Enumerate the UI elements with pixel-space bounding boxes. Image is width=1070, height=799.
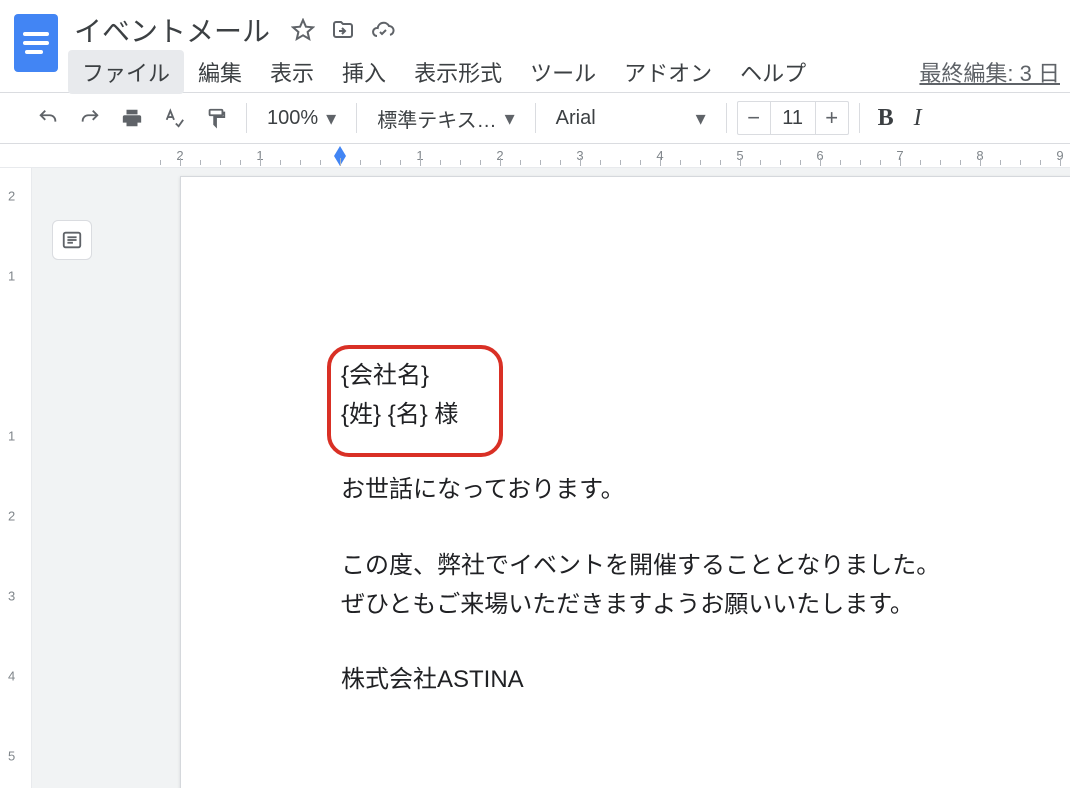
toolbar-divider <box>535 103 536 133</box>
menu-help[interactable]: ヘルプ <box>726 50 820 94</box>
menu-file[interactable]: ファイル <box>68 50 184 94</box>
chevron-down-icon: ▾ <box>696 106 706 131</box>
menu-insert[interactable]: 挿入 <box>328 50 400 94</box>
doc-paragraph[interactable]: ぜひともご来場いただきますようお願いいたします。 <box>341 586 1070 623</box>
menu-bar: ファイル 編集 表示 挿入 表示形式 ツール アドオン ヘルプ 最終編集: 3 … <box>68 52 1060 92</box>
last-edit-link[interactable]: 最終編集: 3 日 <box>919 56 1060 88</box>
font-size-control: − 11 + <box>737 101 849 135</box>
first-line-indent-marker[interactable] <box>334 146 346 156</box>
menu-addons[interactable]: アドオン <box>610 50 726 94</box>
toolbar-divider <box>859 103 860 133</box>
italic-button[interactable]: I <box>904 105 932 132</box>
spellcheck-button[interactable] <box>154 98 194 138</box>
redo-button[interactable] <box>70 98 110 138</box>
toolbar-divider <box>726 103 727 133</box>
zoom-select[interactable]: 100% ▾ <box>257 98 346 138</box>
document-title[interactable]: イベントメール <box>68 8 276 52</box>
doc-paragraph[interactable]: この度、弊社でイベントを開催することとなりました。 <box>341 547 1070 584</box>
vertical-ruler[interactable]: 12123456 <box>0 168 32 788</box>
editor-canvas: 12123456 {会社名} {姓} {名} 様 お世話になっております。 この… <box>0 168 1070 788</box>
chevron-down-icon: ▾ <box>326 106 336 131</box>
menu-tools[interactable]: ツール <box>516 50 610 94</box>
zoom-value: 100% <box>267 107 318 130</box>
paint-format-button[interactable] <box>196 98 236 138</box>
paragraph-style-select[interactable]: 標準テキス… ▾ <box>367 98 524 138</box>
toolbar-divider <box>246 103 247 133</box>
bold-button[interactable]: B <box>870 105 902 132</box>
menu-view[interactable]: 表示 <box>256 50 328 94</box>
paragraph-style-label: 標準テキス… <box>377 104 496 133</box>
font-size-increase[interactable]: + <box>816 102 848 134</box>
cloud-status-icon[interactable] <box>370 17 396 43</box>
document-page[interactable]: {会社名} {姓} {名} 様 お世話になっております。 この度、弊社でイベント… <box>180 176 1070 788</box>
docs-logo[interactable] <box>10 8 62 78</box>
annotation-highlight-box <box>327 345 503 457</box>
font-size-decrease[interactable]: − <box>738 102 770 134</box>
chevron-down-icon: ▾ <box>505 106 515 131</box>
app-header: イベントメール ファイル 編集 表示 挿入 表示形式 ツール アドオン ヘルプ … <box>0 0 1070 92</box>
horizontal-ruler[interactable]: 1212345678910 <box>0 144 1070 168</box>
toolbar: 100% ▾ 標準テキス… ▾ Arial ▾ − 11 + B I <box>0 92 1070 144</box>
menu-edit[interactable]: 編集 <box>184 50 256 94</box>
menu-format[interactable]: 表示形式 <box>400 50 516 94</box>
undo-button[interactable] <box>28 98 68 138</box>
font-family-select[interactable]: Arial ▾ <box>546 98 716 138</box>
print-button[interactable] <box>112 98 152 138</box>
font-size-value[interactable]: 11 <box>770 102 816 134</box>
star-icon[interactable] <box>290 17 316 43</box>
doc-paragraph[interactable]: お世話になっております。 <box>341 471 1070 508</box>
toolbar-divider <box>356 103 357 133</box>
font-family-label: Arial <box>556 107 596 130</box>
move-folder-icon[interactable] <box>330 17 356 43</box>
doc-signature[interactable]: 株式会社ASTINA <box>341 661 1070 698</box>
document-outline-button[interactable] <box>52 220 92 260</box>
